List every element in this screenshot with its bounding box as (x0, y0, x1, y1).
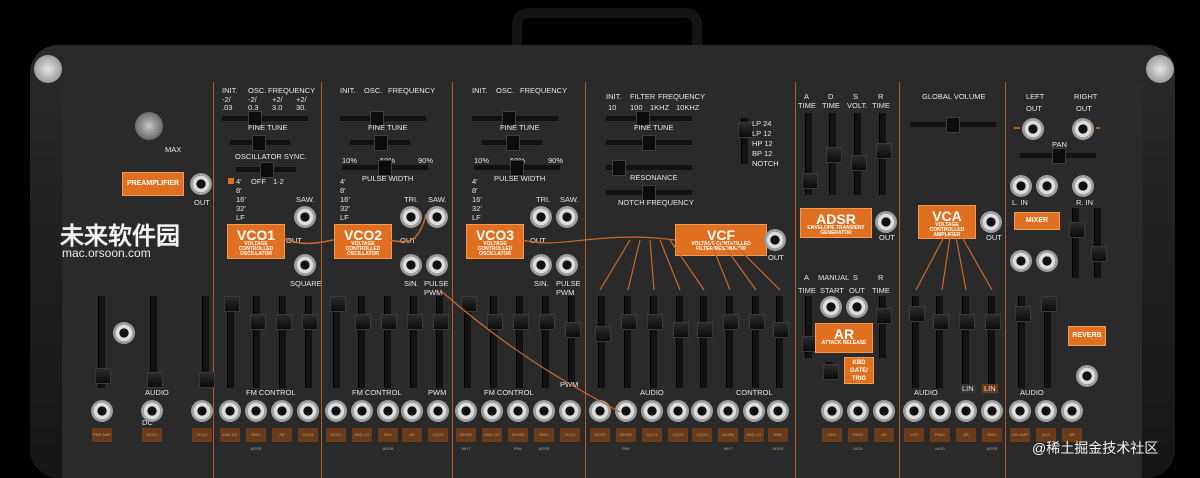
credit-text: @稀土掘金技术社区 (1032, 440, 1159, 456)
patch-cables (281, 127, 1100, 413)
